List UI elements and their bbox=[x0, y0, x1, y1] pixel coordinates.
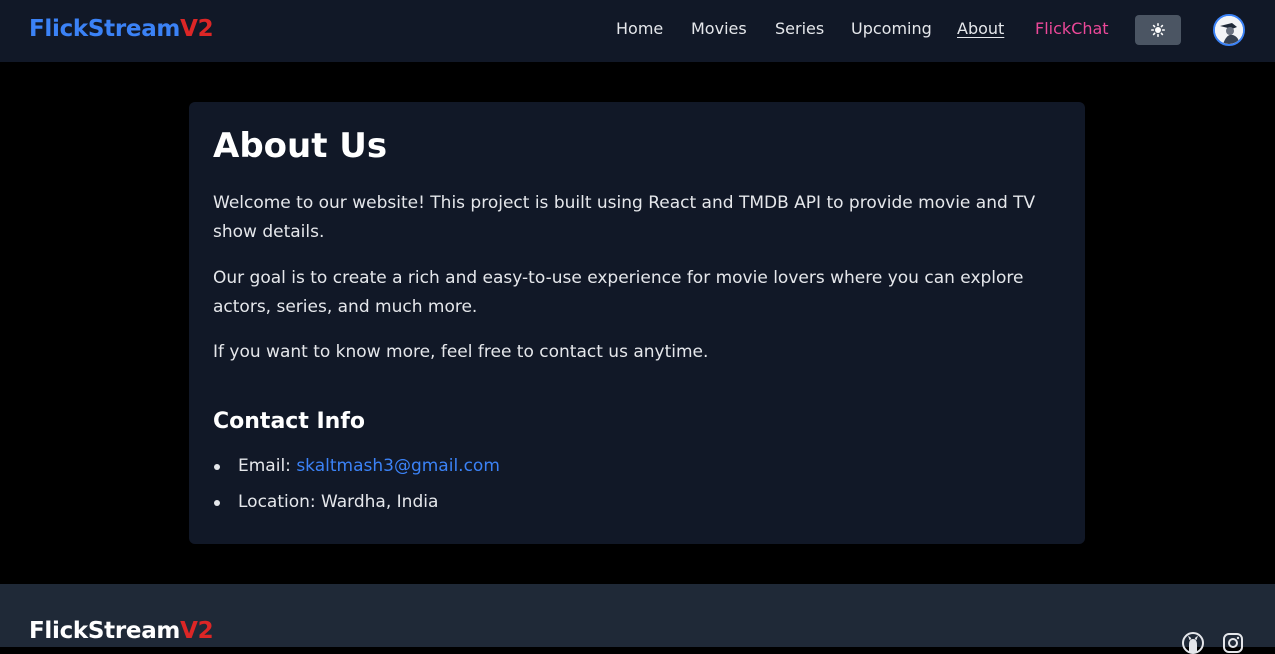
email-link[interactable]: skaltmash3@gmail.com bbox=[296, 456, 500, 476]
nav-movies-link[interactable]: Movies bbox=[691, 19, 747, 39]
footer-brand-version: V2 bbox=[180, 618, 214, 644]
contact-location-item: Location: Wardha, India bbox=[213, 491, 1053, 527]
user-avatar[interactable] bbox=[1213, 14, 1245, 46]
theme-toggle-button[interactable] bbox=[1135, 15, 1181, 45]
nav-series-link[interactable]: Series bbox=[775, 19, 824, 39]
page-title: About Us bbox=[213, 126, 388, 166]
about-paragraph-contact: If you want to know more, feel free to c… bbox=[213, 342, 709, 362]
brand-logo[interactable]: FlickStreamV2 bbox=[29, 15, 214, 43]
nav-home-link[interactable]: Home bbox=[616, 19, 663, 39]
brand-name: FlickStream bbox=[29, 16, 181, 42]
avatar-image bbox=[1215, 16, 1243, 44]
instagram-icon[interactable] bbox=[1222, 632, 1244, 654]
email-label: Email: bbox=[238, 456, 291, 476]
contact-list: Email: skaltmash3@gmail.com Location: Wa… bbox=[213, 455, 1053, 527]
contact-email-item: Email: skaltmash3@gmail.com bbox=[213, 455, 1053, 491]
about-card: About Us Welcome to our website! This pr… bbox=[189, 102, 1085, 544]
about-paragraph-goal: Our goal is to create a rich and easy-to… bbox=[213, 268, 1024, 317]
contact-info-heading: Contact Info bbox=[213, 409, 366, 434]
github-icon[interactable] bbox=[1182, 632, 1204, 654]
sun-icon bbox=[1151, 23, 1165, 37]
top-navbar: FlickStreamV2 Home Movies Series Upcomin… bbox=[0, 0, 1275, 62]
nav-about-link[interactable]: About bbox=[957, 19, 1004, 39]
footer: FlickStreamV2 bbox=[0, 584, 1275, 654]
about-paragraph-intro: Welcome to our website! This project is … bbox=[213, 193, 1036, 242]
footer-brand-name: FlickStream bbox=[29, 618, 181, 644]
brand-version: V2 bbox=[180, 16, 214, 42]
nav-flickchat-link[interactable]: FlickChat bbox=[1035, 19, 1109, 39]
nav-upcoming-link[interactable]: Upcoming bbox=[851, 19, 932, 39]
footer-brand-logo[interactable]: FlickStreamV2 bbox=[29, 617, 214, 645]
